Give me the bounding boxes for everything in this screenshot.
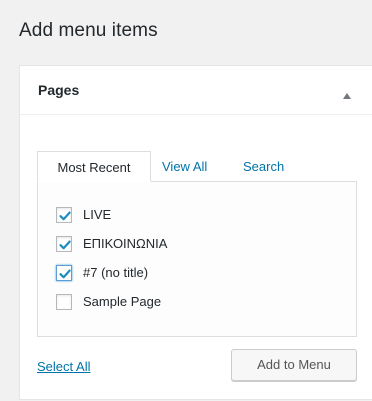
checkbox[interactable]	[56, 265, 72, 281]
tab-most-recent[interactable]: Most Recent	[37, 151, 151, 182]
add-to-menu-button[interactable]: Add to Menu	[231, 349, 357, 381]
tab-panel-most-recent: LIVE ΕΠΙΚΟΙΝΩΝΙΑ #7 (no title) Sample Pa…	[37, 181, 357, 337]
checkbox[interactable]	[56, 294, 72, 310]
tab-search[interactable]: Search	[243, 151, 284, 182]
triangle-up-icon[interactable]	[342, 87, 352, 99]
checkbox[interactable]	[56, 207, 72, 223]
panel-title: Pages	[38, 82, 80, 98]
item-label: ΕΠΙΚΟΙΝΩΝΙΑ	[83, 236, 168, 251]
item-label: #7 (no title)	[83, 265, 149, 280]
tab-view-all[interactable]: View All	[162, 151, 207, 182]
checkbox[interactable]	[56, 236, 72, 252]
select-all-link[interactable]: Select All	[37, 359, 90, 374]
item-label: Sample Page	[83, 294, 162, 309]
page-heading: Add menu items	[19, 20, 158, 41]
item-label: LIVE	[83, 207, 112, 222]
panel-header[interactable]: Pages	[20, 66, 372, 115]
pages-panel: Pages Most Recent View All Search LIVE Ε…	[19, 65, 372, 400]
panel-footer: Select All Add to Menu	[20, 337, 372, 401]
